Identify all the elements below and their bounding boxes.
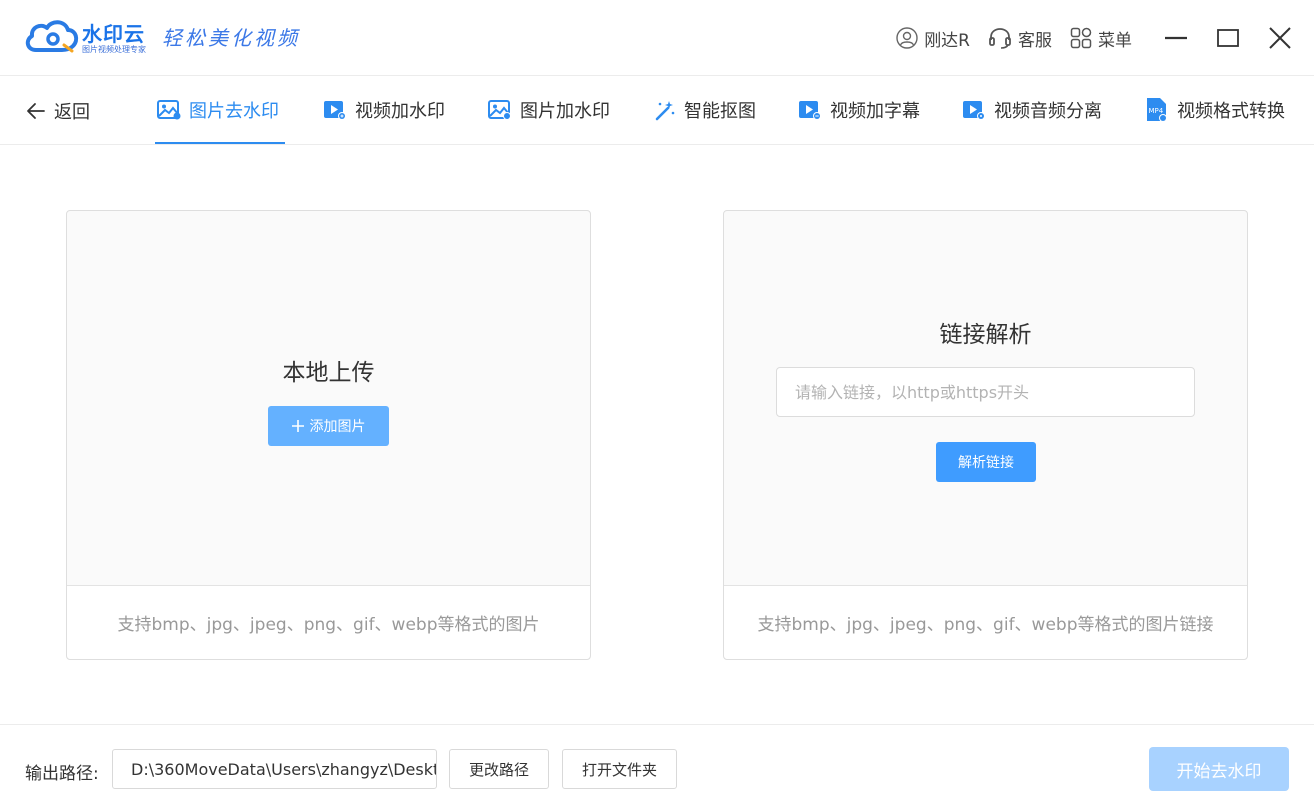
tab-label: 视频加水印 [355,101,445,122]
service-label: 客服 [1018,30,1052,51]
feature-nav: 返回 图片去水印 视频加水印 图片加水印 智能抠图 视频加字幕 视频音频分离 M… [0,76,1314,145]
video-subtitle-icon [799,101,821,120]
change-path-button[interactable]: 更改路径 [449,749,549,789]
local-upload-title: 本地上传 [282,360,375,386]
app-slogan: 轻松美化视频 [162,26,300,50]
minimize-icon [1165,36,1187,40]
tab-label: 视频格式转换 [1177,101,1285,122]
output-path-field[interactable]: D:\360MoveData\Users\zhangyz\Desktop [112,749,437,789]
app-logo: 水印云 图片视频处理专家 [24,16,154,56]
video-add-icon [324,101,346,120]
close-icon [1269,27,1291,49]
upload-format-hint: 支持bmp、jpg、jpeg、png、gif、webp等格式的图片 [67,585,590,659]
user-icon [896,27,918,49]
title-bar: 水印云 图片视频处理专家 轻松美化视频 刚达R 客服 菜单 [0,0,1314,76]
headset-icon [989,28,1011,49]
open-folder-button[interactable]: 打开文件夹 [562,749,677,789]
back-button[interactable]: 返回 [26,98,90,124]
link-url-input[interactable] [776,367,1195,417]
link-parse-card: 链接解析 解析链接 支持bmp、jpg、jpeg、png、gif、webp等格式… [723,210,1248,660]
tab-label: 图片加水印 [520,101,610,122]
mp4-file-icon: MP4 [1147,98,1167,122]
minimize-button[interactable] [1150,0,1202,76]
menu-button[interactable]: 菜单 [1070,26,1132,51]
arrow-left-icon [27,103,45,119]
maximize-icon [1217,29,1239,47]
grid-menu-icon [1070,27,1092,49]
close-button[interactable] [1254,0,1306,76]
svg-text:MP4: MP4 [1149,107,1164,115]
tab-label: 智能抠图 [684,101,756,122]
output-bar: 输出路径: D:\360MoveData\Users\zhangyz\Deskt… [0,724,1314,810]
tab-image-add-watermark[interactable]: 图片加水印 [488,96,610,124]
start-remove-watermark-button[interactable]: 开始去水印 [1149,747,1289,791]
tab-image-watermark-removal[interactable]: 图片去水印 [157,96,279,124]
user-account[interactable]: 刚达R [896,26,970,51]
link-format-hint: 支持bmp、jpg、jpeg、png、gif、webp等格式的图片链接 [724,585,1247,659]
app-name: 水印云 [82,22,145,46]
image-add-icon [488,100,511,120]
image-icon [157,100,181,120]
tab-video-format-conversion[interactable]: MP4 视频格式转换 [1145,96,1285,124]
user-name: 刚达R [924,30,970,51]
maximize-button[interactable] [1202,0,1254,76]
link-parse-title: 链接解析 [939,322,1032,348]
magic-wand-icon [655,101,675,121]
add-image-label: 添加图片 [309,419,366,435]
add-image-button[interactable]: 添加图片 [268,406,389,446]
cloud-logo-icon [25,20,79,53]
tab-label: 视频加字幕 [830,101,920,122]
back-label: 返回 [54,102,90,123]
output-path-label: 输出路径: [25,764,99,784]
active-tab-indicator [155,142,285,144]
tab-smart-cutout[interactable]: 智能抠图 [654,96,756,124]
tab-video-add-subtitle[interactable]: 视频加字幕 [798,96,920,124]
customer-service-button[interactable]: 客服 [988,26,1052,51]
menu-label: 菜单 [1098,30,1132,51]
local-upload-card: 本地上传 添加图片 支持bmp、jpg、jpeg、png、gif、webp等格式… [66,210,591,660]
tab-video-add-watermark[interactable]: 视频加水印 [323,96,445,124]
video-audio-icon [963,101,985,120]
tab-label: 视频音频分离 [994,101,1102,122]
app-subtitle: 图片视频处理专家 [82,45,146,54]
plus-icon [291,420,304,432]
tab-label: 图片去水印 [189,101,279,122]
tab-video-audio-separation[interactable]: 视频音频分离 [962,96,1102,124]
parse-link-button[interactable]: 解析链接 [936,442,1036,482]
